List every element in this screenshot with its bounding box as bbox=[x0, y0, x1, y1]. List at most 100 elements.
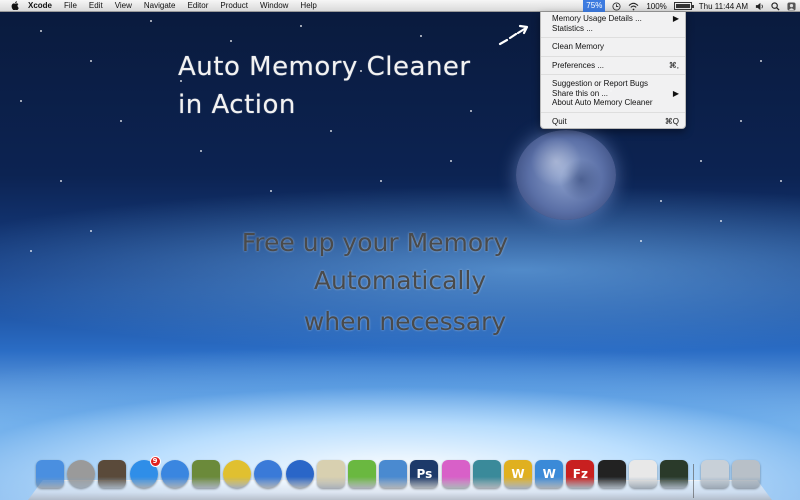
instruments-icon[interactable] bbox=[379, 460, 408, 488]
menu-item-label: Memory Usage Details ... bbox=[552, 14, 642, 23]
star bbox=[450, 160, 452, 162]
script-editor-icon[interactable] bbox=[316, 460, 345, 488]
apple-icon[interactable] bbox=[11, 1, 19, 10]
menu-separator bbox=[541, 111, 685, 113]
dock-icon-glyph: Ps bbox=[416, 467, 433, 481]
star bbox=[780, 180, 782, 182]
code-editor-icon[interactable] bbox=[348, 460, 376, 488]
menu-item-clean-memory[interactable]: Clean Memory bbox=[541, 42, 685, 52]
star bbox=[330, 130, 332, 132]
badge-count: 9 bbox=[149, 456, 161, 467]
star bbox=[20, 100, 22, 102]
menu-navigate[interactable]: Navigate bbox=[144, 0, 176, 12]
star bbox=[150, 20, 152, 22]
finder-icon[interactable] bbox=[36, 460, 64, 488]
user-icon[interactable] bbox=[787, 1, 796, 11]
menu-item-label: Statistics ... bbox=[552, 23, 593, 33]
star bbox=[230, 40, 232, 42]
trash-icon[interactable] bbox=[732, 460, 761, 488]
menu-app-name[interactable]: Xcode bbox=[28, 0, 52, 12]
star bbox=[40, 30, 42, 32]
battery-percent: 100% bbox=[646, 1, 667, 11]
star bbox=[90, 60, 92, 62]
launchpad-icon[interactable] bbox=[67, 460, 96, 488]
menu-edit[interactable]: Edit bbox=[89, 0, 103, 12]
terminal-icon[interactable] bbox=[597, 460, 626, 488]
menu-item-label: Quit bbox=[552, 116, 567, 126]
promo-title-line1: Auto Memory Cleaner bbox=[178, 52, 471, 82]
star bbox=[120, 120, 122, 122]
mission-control-icon[interactable] bbox=[98, 460, 127, 488]
menu-item-quit[interactable]: Quit ⌘Q bbox=[541, 117, 685, 127]
star bbox=[60, 180, 62, 182]
promo-title-line2: in Action bbox=[178, 90, 296, 120]
downloads-stack-icon[interactable] bbox=[701, 460, 730, 488]
volume-icon[interactable] bbox=[755, 2, 764, 11]
xcode-icon[interactable] bbox=[192, 460, 220, 488]
quicktime-icon[interactable] bbox=[285, 460, 314, 488]
menu-view[interactable]: View bbox=[115, 0, 132, 12]
menu-item-label: Share this on ... bbox=[552, 88, 609, 98]
textedit-icon[interactable] bbox=[628, 460, 657, 488]
wifi-icon[interactable] bbox=[628, 2, 639, 11]
star bbox=[420, 35, 422, 37]
star bbox=[270, 190, 272, 192]
promo-tagline-line2: Automatically bbox=[313, 266, 487, 295]
filezilla-icon[interactable]: Fz bbox=[566, 460, 595, 488]
safari-icon[interactable] bbox=[160, 460, 189, 488]
photoshop-icon[interactable]: Ps bbox=[410, 460, 439, 488]
flower-app-icon[interactable] bbox=[441, 460, 470, 488]
star bbox=[700, 160, 702, 162]
star bbox=[300, 25, 302, 27]
menu-item-share[interactable]: Share this on ... ▶ bbox=[541, 89, 685, 99]
chrome-icon[interactable] bbox=[223, 460, 252, 488]
star bbox=[380, 180, 382, 182]
menu-separator bbox=[541, 37, 685, 38]
dock-separator bbox=[693, 464, 695, 498]
clock-icon[interactable] bbox=[612, 1, 621, 11]
app-store-icon[interactable]: 9 bbox=[129, 456, 161, 488]
star bbox=[760, 60, 762, 62]
star bbox=[740, 120, 742, 122]
promo-tagline-line3: when necessary bbox=[303, 307, 507, 336]
menu-separator bbox=[541, 55, 685, 57]
dock-icon-glyph: W bbox=[511, 467, 525, 481]
menu-item-shortcut: ⌘, bbox=[668, 60, 679, 70]
star bbox=[720, 220, 722, 222]
menu-item-suggestion-report-bugs[interactable]: Suggestion or Report Bugs bbox=[541, 79, 685, 89]
star bbox=[470, 110, 472, 112]
menubar-clock[interactable]: Thu 11:44 AM bbox=[699, 2, 748, 11]
menu-item-statistics[interactable]: Statistics ... bbox=[541, 24, 685, 34]
star bbox=[660, 200, 662, 202]
menu-window[interactable]: Window bbox=[260, 0, 288, 12]
terminal-arrow-icon[interactable] bbox=[472, 460, 501, 488]
memory-cleaner-menu: Memory Usage Details ... ▶ Statistics ..… bbox=[540, 12, 686, 129]
menu-item-shortcut: ⌘Q bbox=[664, 116, 679, 126]
activity-monitor-icon[interactable] bbox=[660, 460, 688, 488]
dock-icon-glyph: Fz bbox=[572, 467, 588, 481]
menu-item-memory-usage-details[interactable]: Memory Usage Details ... ▶ bbox=[541, 14, 685, 24]
battery-icon[interactable] bbox=[673, 2, 694, 10]
dock-icon-glyph: W bbox=[542, 467, 556, 481]
menu-editor[interactable]: Editor bbox=[187, 0, 208, 12]
promo-tagline-line1: Free up your Memory bbox=[241, 228, 509, 257]
memory-status-item[interactable]: 75% bbox=[583, 0, 606, 12]
submenu-arrow-icon: ▶ bbox=[672, 14, 679, 23]
dock: 9 Ps W W Fz bbox=[28, 456, 772, 500]
moon-image bbox=[516, 130, 616, 220]
menu-product[interactable]: Product bbox=[220, 0, 248, 12]
search-icon[interactable] bbox=[771, 1, 780, 11]
submenu-arrow-icon: ▶ bbox=[672, 88, 679, 98]
arrow-icon bbox=[498, 24, 529, 46]
menu-separator bbox=[541, 74, 685, 75]
menu-item-label: About Auto Memory Cleaner bbox=[552, 98, 653, 107]
wordpress-w-icon[interactable]: W bbox=[504, 460, 532, 488]
menu-item-preferences[interactable]: Preferences ... ⌘, bbox=[541, 61, 685, 71]
word-w-icon[interactable]: W bbox=[535, 460, 564, 488]
menu-item-label: Clean Memory bbox=[552, 42, 605, 51]
menu-item-label: Preferences ... bbox=[552, 60, 605, 70]
menu-item-about[interactable]: About Auto Memory Cleaner bbox=[541, 98, 685, 108]
menu-file[interactable]: File bbox=[64, 0, 77, 12]
star bbox=[200, 150, 202, 152]
menu-help[interactable]: Help bbox=[300, 0, 316, 12]
